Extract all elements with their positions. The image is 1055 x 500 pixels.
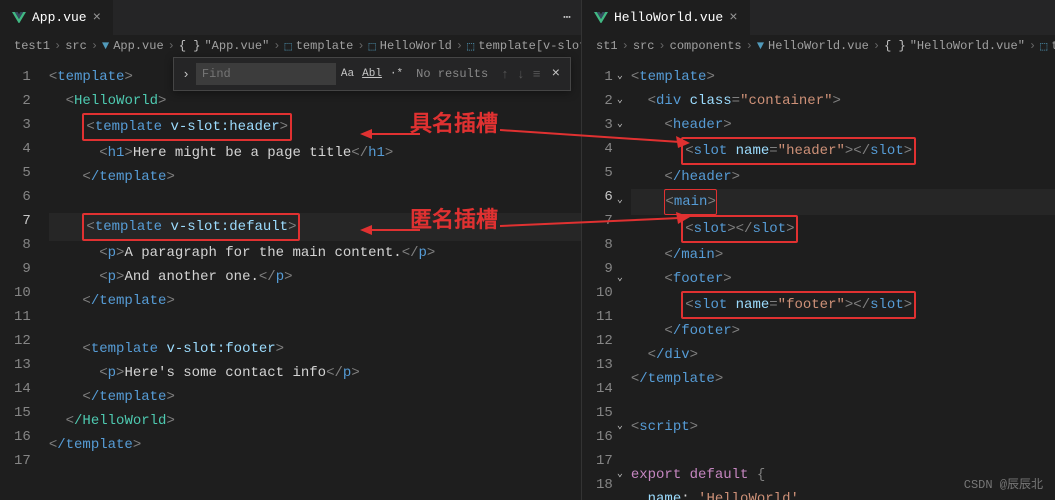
highlight-box: <slot name="footer"></slot> <box>681 291 916 319</box>
close-icon[interactable]: × <box>729 10 737 26</box>
template-icon: ⬚ <box>284 39 291 54</box>
annotation-named-slot: 具名插槽 <box>410 106 498 138</box>
vue-icon: ▼ <box>102 39 109 53</box>
highlight-box: <template v-slot:default> <box>82 213 300 241</box>
tab-label: App.vue <box>32 10 87 25</box>
fold-icon[interactable]: ⌄ <box>617 65 623 89</box>
tabs-bar: App.vue × ⋯ <box>0 0 581 35</box>
vue-icon: ▼ <box>757 39 764 53</box>
chevron-right-icon[interactable]: › <box>178 67 194 82</box>
template-icon: ⬚ <box>1040 39 1047 54</box>
code-area[interactable]: <template> <HelloWorld> <template v-slot… <box>49 57 581 500</box>
regex-icon[interactable]: ·* <box>387 66 406 82</box>
highlight-box: <slot name="header"></slot> <box>681 137 916 165</box>
watermark: CSDN @辰辰北 <box>964 475 1043 492</box>
highlight-box: <slot></slot> <box>681 215 798 243</box>
vue-icon <box>594 12 608 24</box>
prev-match-icon[interactable]: ↑ <box>498 67 512 82</box>
find-widget: › Aa Abl ·* No results ↑ ↓ ≡ × <box>173 57 571 91</box>
tabs-bar: HelloWorld.vue × <box>582 0 1055 35</box>
highlight-box: <template v-slot:header> <box>82 113 292 141</box>
find-status: No results <box>408 67 496 81</box>
annotation-anon-slot: 匿名插槽 <box>410 202 498 234</box>
fold-icon[interactable]: ⌄ <box>617 89 623 113</box>
match-case-icon[interactable]: Aa <box>338 66 357 82</box>
vue-icon <box>12 12 26 24</box>
tab-label: HelloWorld.vue <box>614 10 723 25</box>
fold-icon[interactable]: ⌄ <box>617 267 623 291</box>
whole-word-icon[interactable]: Abl <box>359 66 385 82</box>
line-gutter: 12345678910111213141516171819 <box>582 57 631 500</box>
tab-app-vue[interactable]: App.vue × <box>0 0 114 35</box>
template-icon: ⬚ <box>467 39 474 54</box>
cursor-box: <main> <box>664 189 716 215</box>
component-icon: ⬚ <box>369 39 376 54</box>
tab-overflow-icon[interactable]: ⋯ <box>553 10 581 25</box>
close-icon[interactable]: × <box>93 10 101 26</box>
code-area[interactable]: ⌄<template> ⌄ <div class="container"> ⌄ … <box>631 57 1055 500</box>
fold-icon[interactable]: ⌄ <box>617 189 623 213</box>
find-input[interactable] <box>196 63 336 85</box>
find-selection-icon[interactable]: ≡ <box>530 67 544 82</box>
fold-icon[interactable]: ⌄ <box>617 463 623 487</box>
breadcrumb[interactable]: st1› src› components› ▼HelloWorld.vue› {… <box>582 35 1055 57</box>
line-gutter: 1234567891011121314151617 <box>0 57 49 500</box>
fold-icon[interactable]: ⌄ <box>617 415 623 439</box>
editor-right[interactable]: 12345678910111213141516171819 ⌄<template… <box>582 57 1055 500</box>
next-match-icon[interactable]: ↓ <box>514 67 528 82</box>
fold-icon[interactable]: ⌄ <box>617 113 623 137</box>
breadcrumb[interactable]: test1› src› ▼App.vue› { } "App.vue"› ⬚te… <box>0 35 581 57</box>
tab-helloworld-vue[interactable]: HelloWorld.vue × <box>582 0 751 35</box>
close-icon[interactable]: × <box>546 66 566 82</box>
